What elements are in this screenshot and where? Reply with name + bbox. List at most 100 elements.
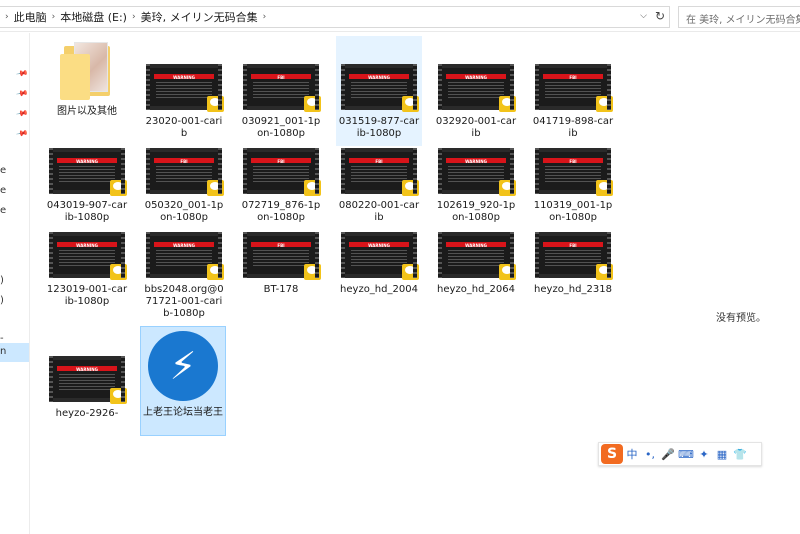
- video-item[interactable]: WARNING heyzo-2926-: [44, 356, 130, 426]
- app-icon: ⚡: [148, 331, 218, 401]
- video-thumbnail: WARNING: [438, 148, 516, 196]
- nav-item-selected[interactable]: n: [0, 343, 29, 362]
- item-label: 图片以及其他: [57, 106, 117, 117]
- video-thumbnail: WARNING: [49, 148, 127, 196]
- video-thumbnail: FBI: [535, 148, 613, 196]
- ime-toolbar[interactable]: S 中 •, 🎤 ⌨ ✦ ▦ 👕: [598, 442, 762, 466]
- video-item[interactable]: WARNING heyzo_hd_2064: [433, 232, 519, 312]
- item-label: heyzo_hd_2004: [340, 284, 418, 295]
- ime-punctuation-button[interactable]: •,: [641, 448, 659, 461]
- video-item[interactable]: FBI 110319_001-1pon-1080p: [530, 148, 616, 228]
- ime-chinese-mode-button[interactable]: 中: [623, 446, 641, 462]
- navigation-pane: 📌 📌 📌 📌 e e e ) ) n -: [0, 33, 30, 534]
- video-item[interactable]: WARNING 123019-001-carib-1080p: [44, 232, 130, 322]
- sogou-logo-icon[interactable]: S: [601, 444, 623, 464]
- nav-item-fragment[interactable]: ): [0, 295, 4, 306]
- pin-icon[interactable]: 📌: [15, 87, 28, 100]
- video-item[interactable]: WARNING 23020-001-carib: [141, 40, 227, 140]
- player-icon: [207, 96, 224, 112]
- video-thumbnail: WARNING: [49, 356, 127, 404]
- item-label: 上老王论坛当老王: [143, 407, 223, 418]
- nav-item-fragment[interactable]: ): [0, 275, 4, 286]
- video-item[interactable]: WARNING bbs2048.org@071721-001-carib-108…: [141, 232, 227, 322]
- video-thumbnail: FBI: [535, 232, 613, 280]
- video-thumbnail: FBI: [146, 148, 224, 196]
- video-thumbnail: FBI: [243, 64, 321, 112]
- lightning-icon: ⚡: [169, 344, 197, 388]
- player-icon: [110, 264, 127, 280]
- breadcrumb-local-disk[interactable]: 本地磁盘 (E:): [60, 9, 127, 25]
- video-thumbnail: WARNING: [146, 232, 224, 280]
- item-label: 123019-001-carib-1080p: [46, 284, 128, 307]
- player-icon: [304, 96, 321, 112]
- search-input[interactable]: 在 美玲, メイリン无码合集 中搜索: [678, 6, 800, 28]
- video-item[interactable]: FBI 080220-001-carib: [336, 148, 422, 228]
- video-item[interactable]: FBI heyzo_hd_2318: [530, 232, 616, 312]
- video-thumbnail: WARNING: [341, 232, 419, 280]
- video-thumbnail: WARNING: [341, 64, 419, 112]
- item-label: bbs2048.org@071721-001-carib-1080p: [144, 284, 224, 319]
- video-item[interactable]: WARNING 043019-907-carib-1080p: [44, 148, 130, 228]
- video-thumbnail: WARNING: [146, 64, 224, 112]
- video-item-hovered[interactable]: WARNING 031519-877-carib-1080p: [336, 36, 422, 146]
- toolbox-icon[interactable]: ▦: [713, 448, 731, 461]
- player-icon: [402, 180, 419, 196]
- nav-item-fragment[interactable]: -: [0, 333, 4, 344]
- video-thumbnail: FBI: [243, 148, 321, 196]
- shirt-icon[interactable]: 👕: [731, 448, 749, 461]
- player-icon: [499, 180, 516, 196]
- skin-icon[interactable]: ✦: [695, 448, 713, 461]
- player-icon: [596, 180, 613, 196]
- item-label: BT-178: [263, 284, 299, 295]
- microphone-icon[interactable]: 🎤: [659, 448, 677, 461]
- address-field[interactable]: › 此电脑 › 本地磁盘 (E:) › 美玲, メイリン无码合集 › ⌵ ↻: [0, 6, 670, 28]
- item-label: heyzo-2926-: [55, 408, 119, 419]
- item-label: 080220-001-carib: [338, 200, 420, 223]
- video-item[interactable]: FBI 030921_001-1pon-1080p: [238, 40, 324, 140]
- pin-icon[interactable]: 📌: [15, 127, 28, 140]
- item-label: 041719-898-carib: [532, 116, 614, 139]
- refresh-icon[interactable]: ↻: [655, 9, 665, 23]
- keyboard-icon[interactable]: ⌨: [677, 448, 695, 461]
- video-item[interactable]: WARNING 102619_920-1pon-1080p: [433, 148, 519, 228]
- item-label: heyzo_hd_2064: [437, 284, 515, 295]
- player-icon: [596, 264, 613, 280]
- chevron-right-icon[interactable]: ›: [52, 12, 56, 22]
- preview-pane-message: 没有预览。: [716, 313, 766, 324]
- item-label: 23020-001-carib: [145, 116, 223, 139]
- item-label: 043019-907-carib-1080p: [46, 200, 128, 223]
- player-icon: [596, 96, 613, 112]
- video-item[interactable]: WARNING heyzo_hd_2004: [336, 232, 422, 312]
- video-item[interactable]: WARNING 032920-001-carib: [433, 40, 519, 140]
- nav-item-fragment: n: [0, 346, 7, 357]
- pin-icon[interactable]: 📌: [15, 67, 28, 80]
- breadcrumb-current-folder[interactable]: 美玲, メイリン无码合集: [141, 9, 258, 25]
- video-item[interactable]: FBI 072719_876-1pon-1080p: [238, 148, 324, 228]
- player-icon: [207, 264, 224, 280]
- breadcrumb-this-pc[interactable]: 此电脑: [14, 9, 47, 25]
- item-label: 110319_001-1pon-1080p: [533, 200, 613, 223]
- video-item[interactable]: FBI 050320_001-1pon-1080p: [141, 148, 227, 228]
- nav-item-fragment[interactable]: e: [0, 165, 6, 176]
- chevron-down-icon[interactable]: ⌵: [640, 11, 647, 21]
- nav-item-fragment[interactable]: e: [0, 205, 6, 216]
- video-thumbnail: WARNING: [49, 232, 127, 280]
- chevron-right-icon[interactable]: ›: [132, 12, 136, 22]
- player-icon: [402, 96, 419, 112]
- item-label: 102619_920-1pon-1080p: [436, 200, 516, 223]
- folder-item[interactable]: 图片以及其他: [44, 40, 130, 140]
- video-thumbnail: WARNING: [438, 232, 516, 280]
- item-label: 072719_876-1pon-1080p: [241, 200, 321, 223]
- app-item-selected[interactable]: ⚡ 上老王论坛当老王: [140, 326, 226, 436]
- nav-item-fragment[interactable]: e: [0, 185, 6, 196]
- video-item[interactable]: FBI 041719-898-carib: [530, 40, 616, 140]
- player-icon: [304, 180, 321, 196]
- pin-icon[interactable]: 📌: [15, 107, 28, 120]
- address-bar: › 此电脑 › 本地磁盘 (E:) › 美玲, メイリン无码合集 › ⌵ ↻ 在…: [0, 0, 800, 32]
- player-icon: [499, 264, 516, 280]
- chevron-right-icon[interactable]: ›: [263, 12, 267, 22]
- item-label: heyzo_hd_2318: [534, 284, 612, 295]
- video-thumbnail: FBI: [341, 148, 419, 196]
- file-explorer-window: › 此电脑 › 本地磁盘 (E:) › 美玲, メイリン无码合集 › ⌵ ↻ 在…: [0, 0, 800, 534]
- video-item[interactable]: FBI BT-178: [238, 232, 324, 312]
